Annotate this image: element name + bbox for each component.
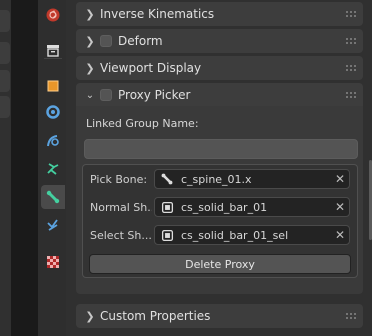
edge-button[interactable] — [0, 96, 10, 118]
drag-grip-icon[interactable] — [345, 312, 357, 320]
properties-tab-bar — [38, 0, 66, 336]
object-data-icon — [159, 199, 175, 215]
panel-header-viewport-display[interactable]: ❯ Viewport Display — [76, 56, 363, 80]
bone-constraint-icon — [47, 219, 58, 231]
drag-grip-icon[interactable] — [345, 91, 357, 99]
object-icon — [47, 80, 59, 92]
adjacent-editor-edge — [0, 0, 11, 336]
chevron-right-icon: ❯ — [85, 34, 95, 48]
bone-icon — [159, 171, 175, 187]
delete-proxy-button[interactable]: Delete Proxy — [89, 254, 351, 274]
particles-icon — [47, 135, 59, 147]
drag-grip-icon[interactable] — [345, 64, 357, 72]
tab-texture[interactable] — [41, 250, 65, 274]
normal-shape-field[interactable]: cs_solid_bar_01 ✕ — [154, 197, 350, 217]
panel-title: Proxy Picker — [118, 88, 191, 102]
panel-header-proxy-picker[interactable]: ⌄ Proxy Picker — [76, 83, 363, 107]
modifier-wrench-icon — [46, 105, 60, 119]
normal-shape-value: cs_solid_bar_01 — [181, 200, 268, 214]
clear-icon[interactable]: ✕ — [331, 200, 349, 214]
chevron-down-icon: ⌄ — [85, 89, 95, 101]
edge-button[interactable] — [0, 10, 10, 32]
proxy-picker-checkbox[interactable] — [100, 89, 112, 101]
tab-physics[interactable] — [41, 157, 65, 181]
edge-button[interactable] — [0, 42, 10, 64]
texture-icon — [47, 256, 59, 268]
bone-icon — [46, 190, 60, 204]
edge-button[interactable] — [0, 70, 10, 92]
panel-title: Deform — [118, 34, 163, 48]
collection-icon — [47, 45, 59, 57]
chevron-right-icon: ❯ — [85, 309, 95, 323]
chevron-right-icon: ❯ — [85, 7, 95, 21]
drag-grip-icon[interactable] — [345, 37, 357, 45]
select-shape-field[interactable]: cs_solid_bar_01_sel ✕ — [154, 225, 350, 245]
panel-title: Viewport Display — [100, 61, 202, 75]
panel-title: Custom Properties — [100, 309, 211, 323]
deform-checkbox[interactable] — [100, 35, 112, 47]
normal-shape-label: Normal Sh... — [90, 201, 152, 214]
tab-particles[interactable] — [41, 129, 65, 153]
select-shape-label: Select Sh... — [90, 229, 152, 242]
pick-bone-field[interactable]: c_spine_01.x ✕ — [154, 169, 350, 189]
world-icon — [46, 8, 60, 22]
tab-bone[interactable] — [41, 185, 65, 209]
pick-bone-label: Pick Bone: — [90, 173, 148, 186]
pick-bone-value: c_spine_01.x — [181, 172, 252, 186]
linked-group-name-input[interactable] — [84, 139, 358, 159]
panel-header-custom-properties[interactable]: ❯ Custom Properties — [76, 304, 363, 328]
chevron-right-icon: ❯ — [85, 61, 95, 75]
tab-modifiers[interactable] — [41, 100, 65, 124]
panel-header-deform[interactable]: ❯ Deform — [76, 29, 363, 53]
drag-grip-icon[interactable] — [345, 10, 357, 18]
clear-icon[interactable]: ✕ — [331, 172, 349, 186]
editor-divider[interactable] — [11, 0, 38, 336]
tab-collection[interactable] — [41, 38, 65, 62]
object-data-icon — [159, 227, 175, 243]
properties-panels: ❯ Inverse Kinematics ❯ Deform ❯ Viewport… — [66, 0, 372, 336]
select-shape-value: cs_solid_bar_01_sel — [181, 228, 289, 242]
physics-icon — [47, 163, 59, 175]
tab-bone-constraints[interactable] — [41, 213, 65, 237]
panel-header-inverse-kinematics[interactable]: ❯ Inverse Kinematics — [76, 2, 363, 26]
clear-icon[interactable]: ✕ — [331, 228, 349, 242]
panel-title: Inverse Kinematics — [100, 7, 215, 21]
tab-world[interactable] — [41, 3, 65, 27]
linked-group-label: Linked Group Name: — [86, 117, 199, 130]
tab-object[interactable] — [41, 74, 65, 98]
